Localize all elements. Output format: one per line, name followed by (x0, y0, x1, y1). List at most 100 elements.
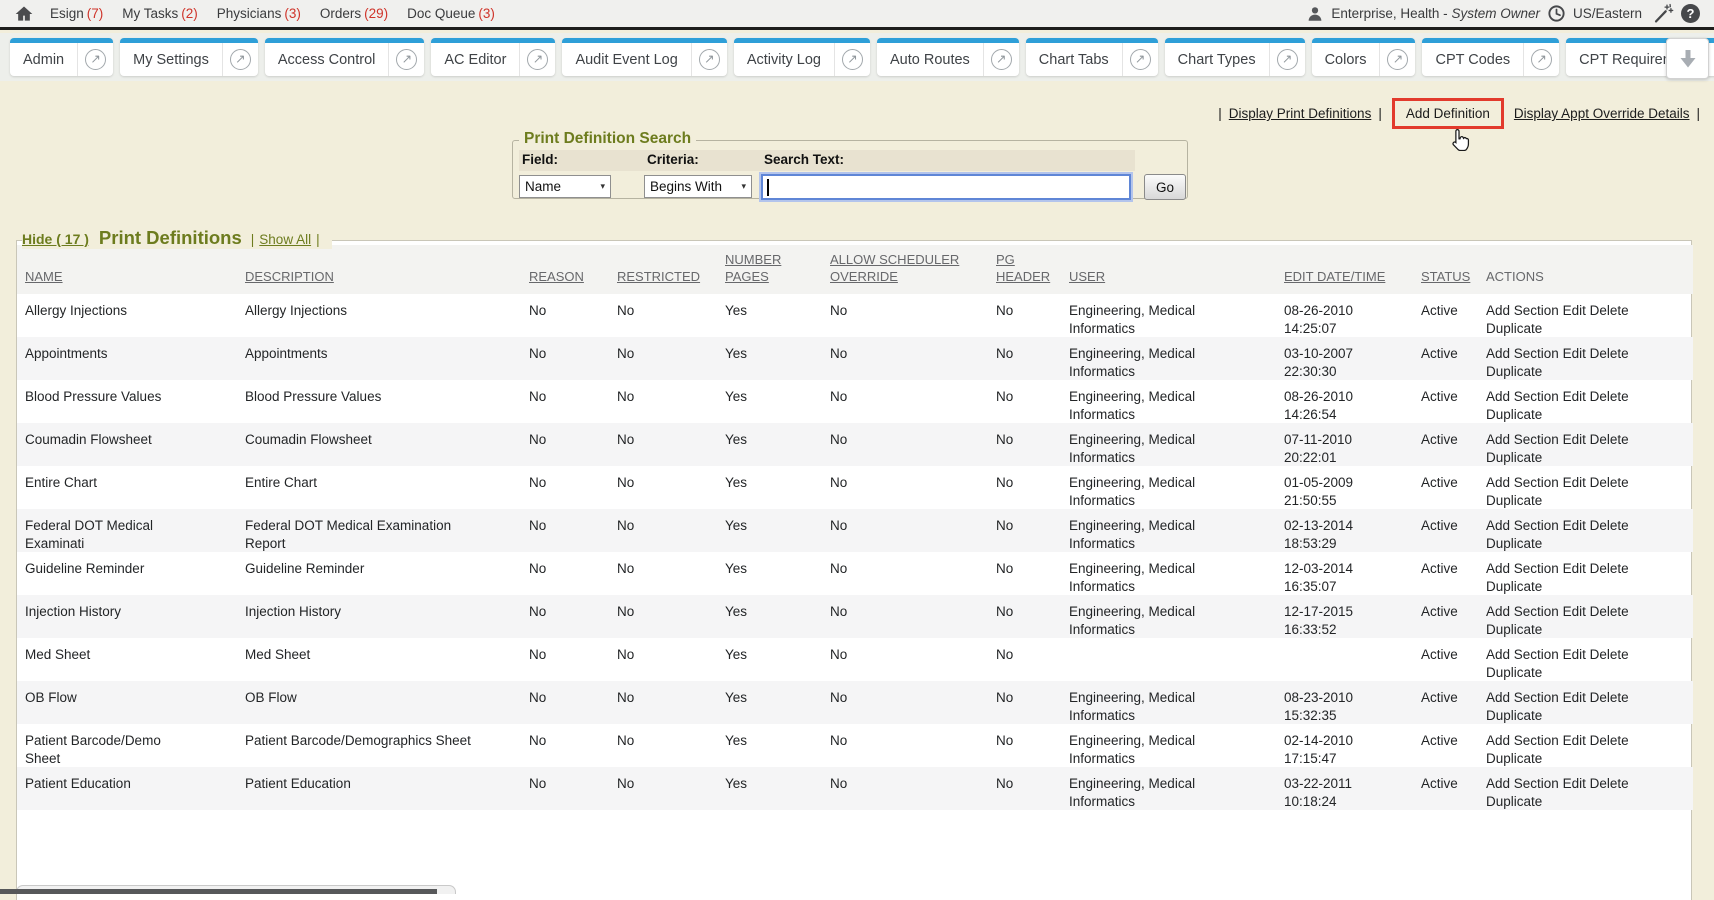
tab-audit-event-log[interactable]: Audit Event Log↗ (562, 38, 726, 76)
row-action-delete[interactable]: Delete (1590, 604, 1629, 619)
criteria-select[interactable]: Begins With ▾ (644, 175, 752, 198)
row-action-duplicate[interactable]: Duplicate (1486, 450, 1542, 465)
external-link-icon[interactable]: ↗ (1531, 49, 1552, 70)
row-action-duplicate[interactable]: Duplicate (1486, 493, 1542, 508)
nav-item-orders[interactable]: Orders(29) (320, 6, 388, 21)
row-action-add-section[interactable]: Add Section (1486, 776, 1559, 791)
row-action-delete[interactable]: Delete (1590, 432, 1629, 447)
expand-tabs-button[interactable] (1666, 38, 1709, 79)
external-link-icon[interactable]: ↗ (1277, 49, 1298, 70)
wand-icon[interactable] (1653, 3, 1674, 24)
tab-colors[interactable]: Colors↗ (1312, 38, 1416, 76)
row-action-delete[interactable]: Delete (1590, 733, 1629, 748)
display-print-definitions-link[interactable]: Display Print Definitions (1229, 106, 1372, 121)
row-action-duplicate[interactable]: Duplicate (1486, 321, 1542, 336)
external-link-icon[interactable]: ↗ (1130, 49, 1151, 70)
column-header-label[interactable]: DESCRIPTION (245, 269, 334, 284)
home-icon[interactable] (14, 4, 34, 24)
horizontal-scrollbar-thumb[interactable] (0, 889, 437, 894)
row-action-add-section[interactable]: Add Section (1486, 690, 1559, 705)
display-appt-override-link[interactable]: Display Appt Override Details (1514, 106, 1690, 121)
row-action-edit[interactable]: Edit (1563, 475, 1586, 490)
row-action-add-section[interactable]: Add Section (1486, 346, 1559, 361)
row-action-add-section[interactable]: Add Section (1486, 303, 1559, 318)
row-action-edit[interactable]: Edit (1563, 346, 1586, 361)
row-action-delete[interactable]: Delete (1590, 346, 1629, 361)
tab-my-settings[interactable]: My Settings↗ (120, 38, 258, 76)
nav-item-my-tasks[interactable]: My Tasks(2) (122, 6, 198, 21)
column-header-label[interactable]: REASON (529, 269, 584, 284)
row-action-edit[interactable]: Edit (1563, 647, 1586, 662)
row-action-edit[interactable]: Edit (1563, 733, 1586, 748)
go-button[interactable]: Go (1144, 174, 1186, 200)
row-action-delete[interactable]: Delete (1590, 690, 1629, 705)
row-action-duplicate[interactable]: Duplicate (1486, 536, 1542, 551)
column-header-label[interactable]: PG HEADER (996, 252, 1050, 284)
row-action-duplicate[interactable]: Duplicate (1486, 665, 1542, 680)
row-action-add-section[interactable]: Add Section (1486, 389, 1559, 404)
row-action-edit[interactable]: Edit (1563, 518, 1586, 533)
external-link-icon[interactable]: ↗ (230, 49, 251, 70)
column-header-label[interactable]: NUMBER PAGES (725, 252, 781, 284)
add-definition-link[interactable]: Add Definition (1406, 106, 1490, 121)
tab-ac-editor[interactable]: AC Editor↗ (431, 38, 555, 76)
tab-auto-routes[interactable]: Auto Routes↗ (877, 38, 1019, 76)
hide-count-link[interactable]: Hide ( 17 ) (22, 231, 89, 247)
external-link-icon[interactable]: ↗ (396, 49, 417, 70)
help-icon[interactable]: ? (1681, 4, 1700, 23)
search-text-input[interactable] (761, 174, 1131, 200)
row-action-edit[interactable]: Edit (1563, 690, 1586, 705)
external-link-icon[interactable]: ↗ (527, 49, 548, 70)
tab-access-control[interactable]: Access Control↗ (265, 38, 425, 76)
row-action-delete[interactable]: Delete (1590, 776, 1629, 791)
column-header-label[interactable]: USER (1069, 269, 1105, 284)
row-action-edit[interactable]: Edit (1563, 432, 1586, 447)
row-action-delete[interactable]: Delete (1590, 389, 1629, 404)
column-header-label[interactable]: EDIT DATE/TIME (1284, 269, 1385, 284)
nav-item-doc-queue[interactable]: Doc Queue(3) (407, 6, 495, 21)
row-action-add-section[interactable]: Add Section (1486, 561, 1559, 576)
row-action-edit[interactable]: Edit (1563, 604, 1586, 619)
timezone-label[interactable]: US/Eastern (1573, 6, 1642, 21)
row-action-duplicate[interactable]: Duplicate (1486, 407, 1542, 422)
column-header-label[interactable]: NAME (25, 269, 63, 284)
row-action-duplicate[interactable]: Duplicate (1486, 622, 1542, 637)
row-action-edit[interactable]: Edit (1563, 776, 1586, 791)
row-action-edit[interactable]: Edit (1563, 561, 1586, 576)
external-link-icon[interactable]: ↗ (699, 49, 720, 70)
row-action-add-section[interactable]: Add Section (1486, 475, 1559, 490)
tab-admin[interactable]: Admin↗ (10, 38, 113, 76)
tab-cpt-codes[interactable]: CPT Codes↗ (1422, 38, 1559, 76)
nav-item-physicians[interactable]: Physicians(3) (217, 6, 301, 21)
nav-item-esign[interactable]: Esign(7) (50, 6, 103, 21)
row-action-add-section[interactable]: Add Section (1486, 733, 1559, 748)
row-action-add-section[interactable]: Add Section (1486, 432, 1559, 447)
row-action-delete[interactable]: Delete (1590, 518, 1629, 533)
row-action-add-section[interactable]: Add Section (1486, 647, 1559, 662)
tab-chart-tabs[interactable]: Chart Tabs↗ (1026, 38, 1158, 76)
row-action-delete[interactable]: Delete (1590, 475, 1629, 490)
row-action-edit[interactable]: Edit (1563, 303, 1586, 318)
row-action-duplicate[interactable]: Duplicate (1486, 708, 1542, 723)
row-action-duplicate[interactable]: Duplicate (1486, 579, 1542, 594)
external-link-icon[interactable]: ↗ (1387, 49, 1408, 70)
row-action-delete[interactable]: Delete (1590, 561, 1629, 576)
external-link-icon[interactable]: ↗ (85, 49, 106, 70)
row-action-duplicate[interactable]: Duplicate (1486, 794, 1542, 809)
row-action-duplicate[interactable]: Duplicate (1486, 751, 1542, 766)
tab-chart-types[interactable]: Chart Types↗ (1165, 38, 1305, 76)
column-header-label[interactable]: STATUS (1421, 269, 1470, 284)
field-select[interactable]: Name ▾ (519, 175, 611, 198)
row-action-add-section[interactable]: Add Section (1486, 604, 1559, 619)
row-action-delete[interactable]: Delete (1590, 303, 1629, 318)
external-link-icon[interactable]: ↗ (991, 49, 1012, 70)
row-action-add-section[interactable]: Add Section (1486, 518, 1559, 533)
row-action-delete[interactable]: Delete (1590, 647, 1629, 662)
column-header-label[interactable]: ALLOW SCHEDULER OVERRIDE (830, 252, 959, 284)
row-action-edit[interactable]: Edit (1563, 389, 1586, 404)
clock-icon[interactable] (1547, 4, 1566, 23)
tab-activity-log[interactable]: Activity Log↗ (734, 38, 870, 76)
external-link-icon[interactable]: ↗ (842, 49, 863, 70)
column-header-label[interactable]: RESTRICTED (617, 269, 700, 284)
show-all-link[interactable]: Show All (259, 232, 311, 247)
